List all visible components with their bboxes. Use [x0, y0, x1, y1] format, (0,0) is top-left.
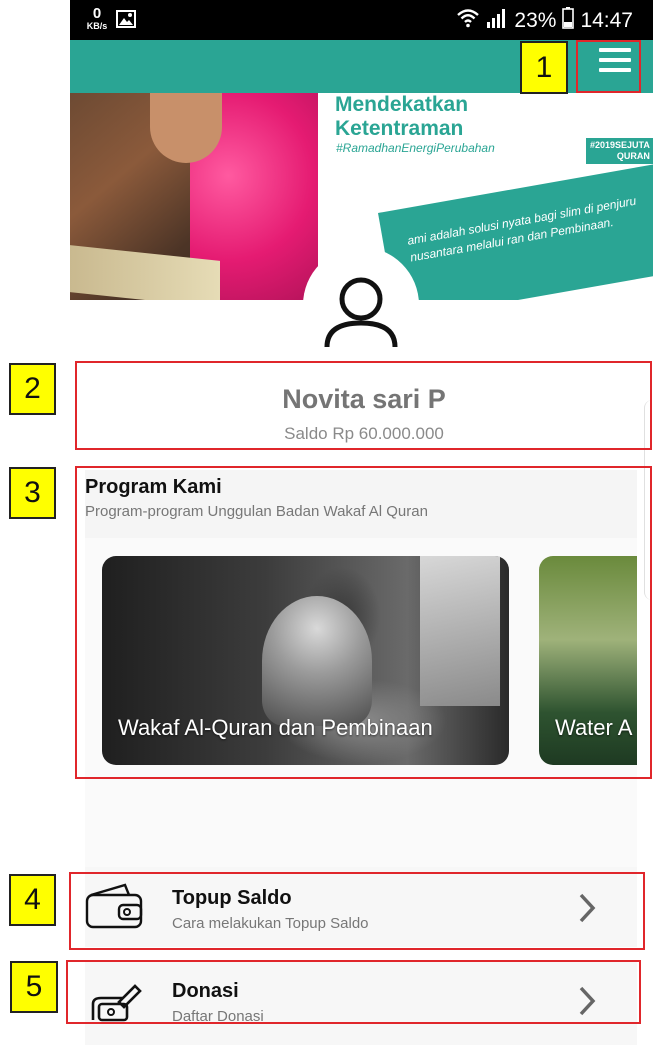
program-card[interactable]: Water A: [539, 556, 637, 765]
profile-saldo: Saldo Rp 60.000.000: [284, 424, 444, 443]
program-header: Program Kami Program-program Unggulan Ba…: [85, 470, 637, 538]
banner-logo: #2019SEJUTA QURAN: [586, 138, 653, 164]
card-reader-shape: [262, 596, 372, 726]
user-avatar-icon[interactable]: [303, 247, 419, 363]
program-subtitle: Program-program Unggulan Badan Wakaf Al …: [85, 503, 428, 520]
status-bar: 0 KB/s 23% 14:47: [70, 0, 653, 40]
banner-title-line2: Ketentraman: [335, 117, 464, 140]
banner-title-line1: Mendekatkan: [335, 93, 469, 116]
annotation-label-1: 1: [520, 41, 568, 94]
annotation-label-3: 3: [9, 467, 56, 519]
topup-saldo-title: Topup Saldo: [172, 887, 292, 909]
banner-hashtag: #RamadhanEnergiPerubahan: [336, 141, 495, 155]
status-right: 23% 14:47: [456, 7, 633, 35]
network-speed-value: 0: [92, 5, 102, 22]
battery-text: 23%: [514, 9, 557, 32]
annotation-label-4: 4: [9, 874, 56, 926]
chevron-right-icon: [575, 891, 599, 925]
program-card[interactable]: Wakaf Al-Quran dan Pembinaan: [102, 556, 509, 765]
donasi-subtitle: Daftar Donasi: [172, 1008, 264, 1025]
donasi-item[interactable]: Donasi Daftar Donasi: [85, 960, 637, 1045]
wifi-icon: [456, 8, 480, 34]
image-icon: [116, 10, 136, 33]
annotation-label-5: 5: [10, 961, 58, 1013]
network-speed-unit: KB/s: [86, 21, 108, 31]
donasi-title: Donasi: [172, 980, 239, 1002]
program-card-label: Wakaf Al-Quran dan Pembinaan: [118, 715, 433, 740]
topup-saldo-item[interactable]: Topup Saldo Cara melakukan Topup Saldo: [85, 867, 637, 947]
donation-hand-icon: [85, 976, 145, 1024]
network-speed: 0 KB/s: [86, 6, 108, 31]
wallet-icon: [85, 883, 145, 931]
topup-saldo-subtitle: Cara melakukan Topup Saldo: [172, 915, 369, 932]
banner-photo: [70, 93, 318, 300]
card-window-shape: [420, 556, 500, 706]
profile-name: Novita sari P: [282, 384, 446, 414]
program-title: Program Kami: [85, 476, 222, 498]
banner-face-shape: [150, 93, 222, 163]
program-card-label: Water A: [555, 715, 633, 740]
banner-title: Mendekatkan Ketentraman: [335, 93, 468, 141]
clock: 14:47: [580, 9, 633, 32]
hamburger-menu-icon[interactable]: [599, 48, 631, 80]
battery-icon: [562, 7, 575, 35]
banner-logo-line1: #2019SEJUTA: [590, 140, 650, 150]
side-scroll-handle[interactable]: [644, 400, 653, 600]
signal-icon: [486, 8, 508, 34]
banner-logo-line2: QURAN: [616, 151, 650, 161]
annotation-label-2: 2: [9, 363, 56, 415]
chevron-right-icon: [575, 984, 599, 1018]
